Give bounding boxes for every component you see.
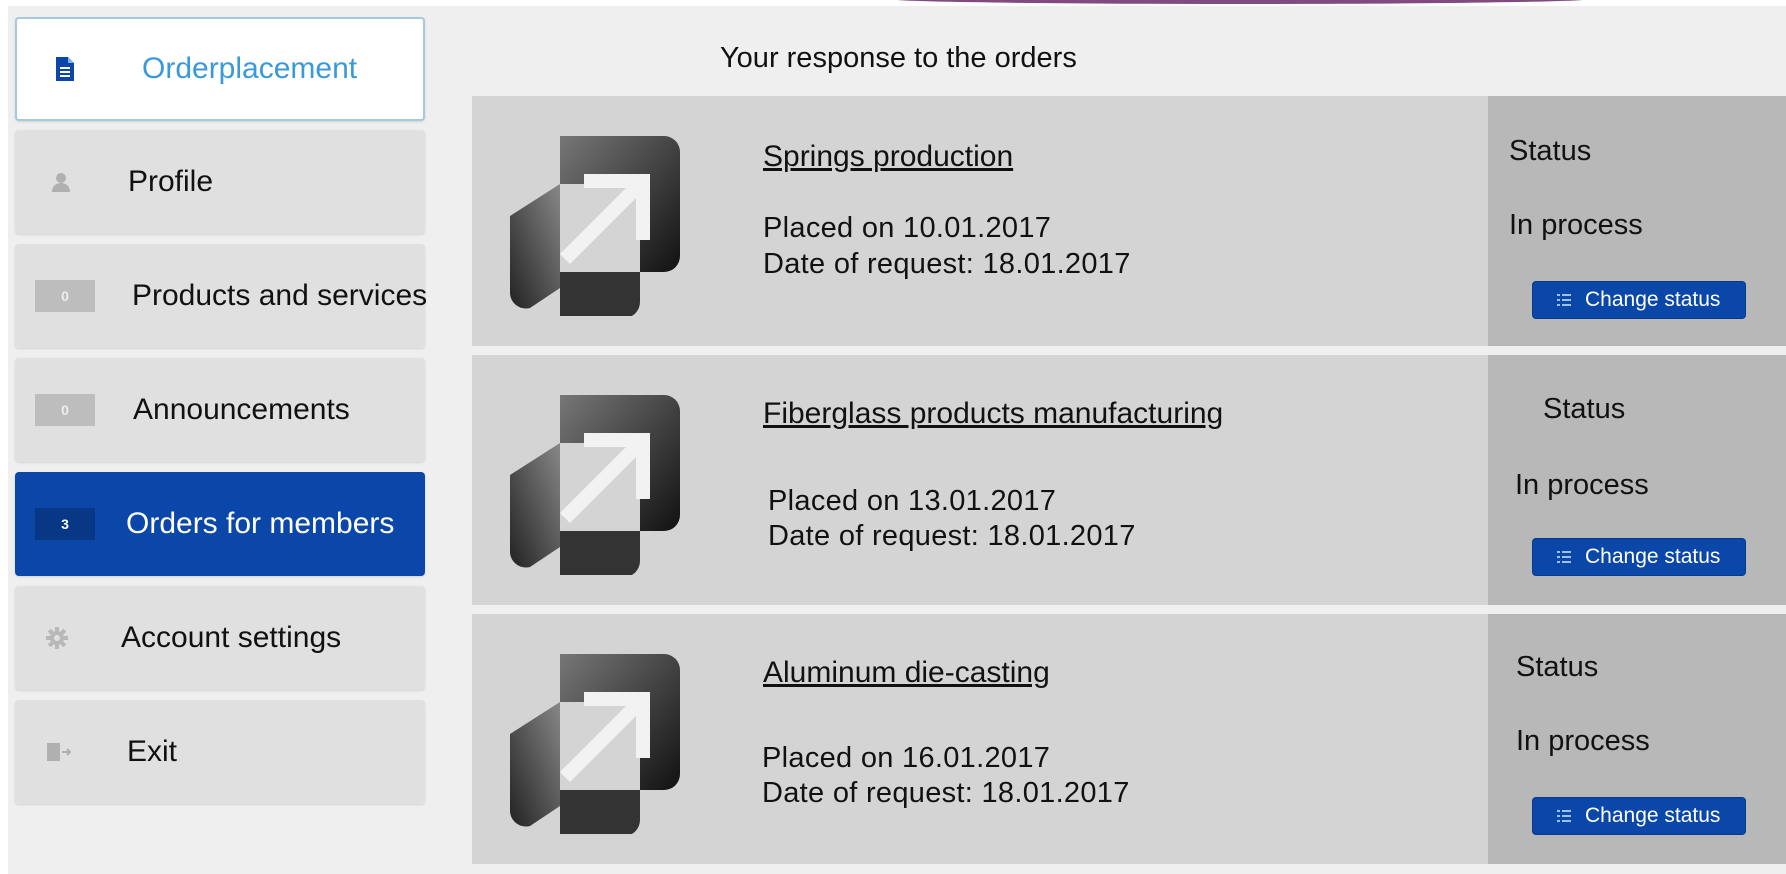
sidebar-item-label: Account settings [121,621,342,654]
change-status-label: Change status [1585,545,1721,568]
exit-icon [45,738,73,766]
order-placed-date: Placed on 13.01.2017 [768,485,1057,517]
sidebar-item-products-services[interactable]: 0 Products and services [15,244,428,348]
status-value: In process [1509,209,1643,241]
sidebar-item-orders-for-members[interactable]: 3 Orders for members [15,472,425,576]
status-label: Status [1543,393,1626,425]
status-label: Status [1509,135,1592,167]
order-request-date: Date of request: 18.01.2017 [762,777,1130,809]
list-icon [1557,810,1571,822]
order-request-date: Date of request: 18.01.2017 [768,520,1136,552]
change-status-button[interactable]: Change status [1532,797,1746,835]
document-icon [51,55,79,83]
change-status-label: Change status [1585,288,1721,311]
top-accent-bar [890,0,1590,4]
status-label: Status [1516,651,1599,683]
order-title-link[interactable]: Aluminum die-casting [763,656,1050,690]
order-request-date: Date of request: 18.01.2017 [763,248,1131,280]
page-title: Your response to the orders [720,42,1077,74]
sidebar-item-announcements[interactable]: 0 Announcements [15,358,425,462]
status-value: In process [1515,469,1649,501]
gear-icon [43,624,71,652]
order-placed-date: Placed on 10.01.2017 [763,212,1052,244]
change-status-button[interactable]: Change status [1532,281,1746,319]
count-badge: 0 [35,394,95,426]
sidebar-item-exit[interactable]: Exit [15,700,425,804]
order-logo-icon [509,395,680,575]
sidebar-item-label: Announcements [133,393,350,426]
sidebar-item-order-placement[interactable]: Orderplacement [15,17,425,121]
count-badge: 3 [35,508,95,540]
order-title-link[interactable]: Springs production [763,140,1013,174]
order-card: Springs production Placed on 10.01.2017 … [472,96,1786,346]
sidebar-item-profile[interactable]: Profile [15,130,425,234]
change-status-label: Change status [1585,804,1721,827]
count-badge: 0 [35,280,95,312]
change-status-button[interactable]: Change status [1532,538,1746,576]
sidebar-item-label: Orderplacement [142,52,358,85]
sidebar-item-label: Orders for members [126,507,395,540]
order-card: Aluminum die-casting Placed on 16.01.201… [472,614,1786,864]
order-logo-icon [509,136,680,316]
order-title-link[interactable]: Fiberglass products manufacturing [763,397,1223,431]
list-icon [1557,294,1571,306]
sidebar-item-label: Profile [128,165,214,198]
user-icon [47,168,75,196]
order-logo-icon [509,654,680,834]
order-placed-date: Placed on 16.01.2017 [762,742,1051,774]
list-icon [1557,551,1571,563]
sidebar-item-label: Exit [127,735,178,768]
order-card: Fiberglass products manufacturing Placed… [472,355,1786,605]
sidebar-item-label: Products and services [132,279,428,312]
status-value: In process [1516,725,1650,757]
sidebar-item-account-settings[interactable]: Account settings [15,586,425,690]
